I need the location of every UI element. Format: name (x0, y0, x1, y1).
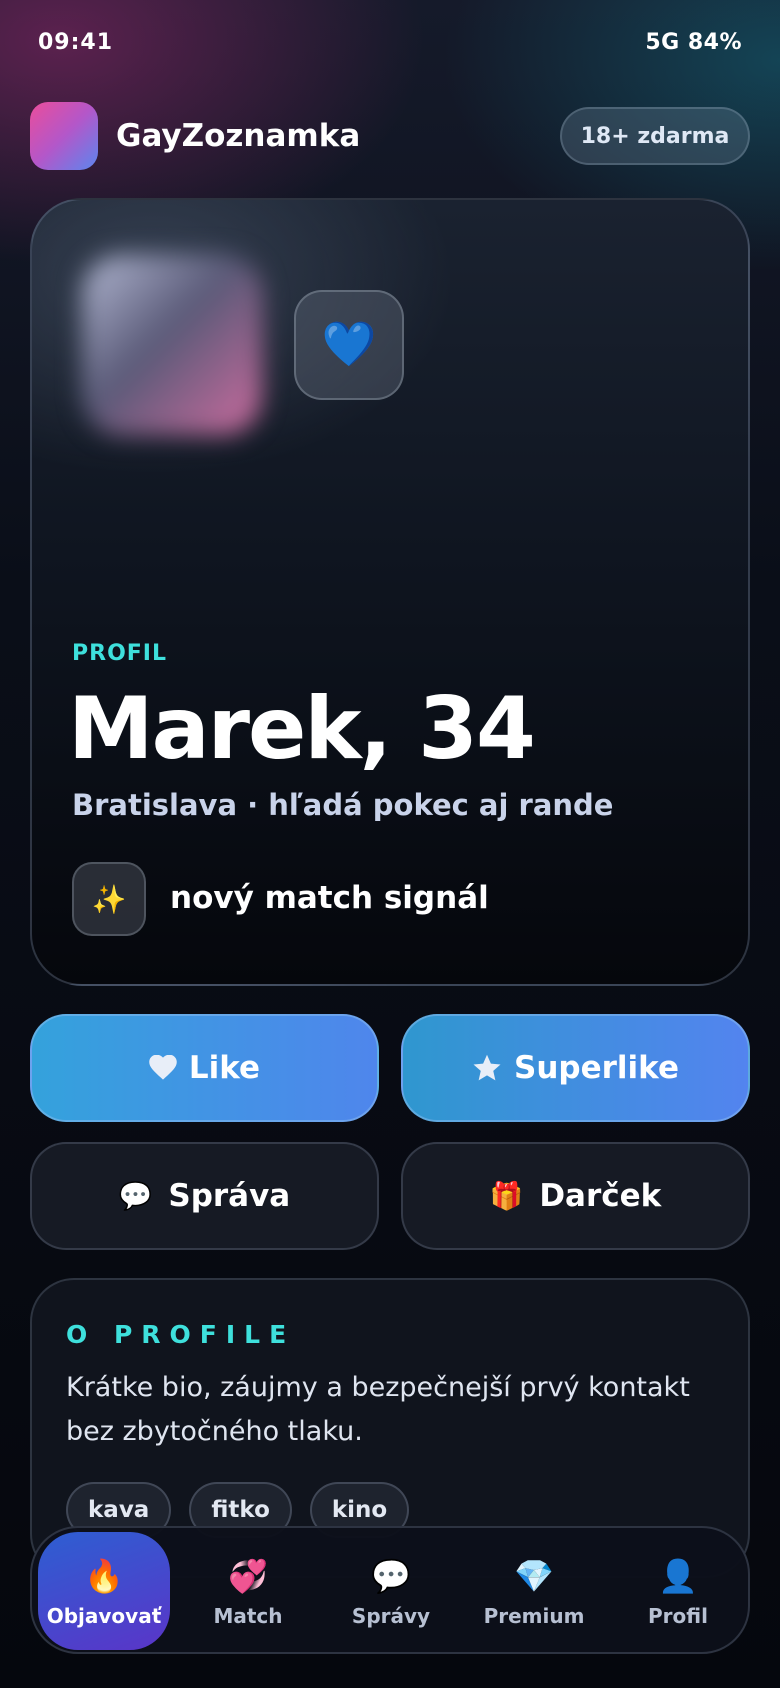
gift-button[interactable]: 🎁 Darček (401, 1142, 750, 1250)
two-hearts-icon: 💞 (228, 1557, 268, 1595)
app-screen: 09:41 5G 84% GayZoznamka 18+ zdarma 💙 PR… (0, 0, 780, 1688)
about-bio: Krátke bio, záujmy a bezpečnejší prvý ko… (66, 1372, 690, 1447)
app-name: GayZoznamka (116, 118, 361, 154)
like-button[interactable]: Like (30, 1014, 379, 1122)
heart-icon (149, 1055, 177, 1081)
status-time: 09:41 (38, 30, 114, 55)
profile-card[interactable]: 💙 PROFIL Marek, 34 Bratislava · hľadá po… (30, 198, 750, 986)
message-label: Správa (168, 1178, 291, 1214)
gift-label: Darček (539, 1178, 662, 1214)
gift-icon: 🎁 (489, 1181, 524, 1212)
nav-label: Objavovať (46, 1604, 162, 1628)
profile-section-label: PROFIL (72, 641, 167, 666)
nav-label: Match (213, 1604, 283, 1628)
sparkles-icon: ✨ (72, 862, 146, 936)
blue-heart-icon: 💙 (321, 319, 377, 370)
nav-item-match[interactable]: 💞 Match (182, 1532, 314, 1650)
nav-item-premium[interactable]: 💎 Premium (468, 1532, 600, 1650)
nav-label: Premium (483, 1604, 585, 1628)
nav-item-profile[interactable]: 👤 Profil (612, 1532, 744, 1650)
app-logo (30, 102, 98, 170)
profile-name-age: Marek, 34 (68, 679, 536, 779)
message-button[interactable]: 💬 Správa (30, 1142, 379, 1250)
about-title: O PROFILE (66, 1320, 296, 1349)
like-label: Like (188, 1050, 261, 1086)
nav-label: Správy (351, 1604, 431, 1628)
sparkles-glyph: ✨ (91, 882, 127, 916)
fire-icon: 🔥 (84, 1557, 124, 1595)
star-icon (472, 1054, 502, 1083)
match-signal-text: nový match signál (170, 880, 489, 916)
nav-item-messages[interactable]: 💬 Správy (325, 1532, 457, 1650)
speech-bubble-icon: 💬 (371, 1557, 411, 1595)
bottom-nav: 🔥 Objavovať 💞 Match 💬 Správy 💎 Premium 👤… (30, 1526, 750, 1654)
status-network-battery: 5G 84% (645, 30, 742, 55)
superlike-label: Superlike (514, 1050, 679, 1086)
profile-photo[interactable] (82, 255, 262, 435)
nav-item-discover[interactable]: 🔥 Objavovať (38, 1532, 170, 1650)
superlike-button[interactable]: Superlike (401, 1014, 750, 1122)
nav-label: Profil (648, 1604, 708, 1628)
speech-bubble-icon: 💬 (118, 1181, 153, 1212)
gem-icon: 💎 (514, 1557, 554, 1595)
heart-button[interactable]: 💙 (294, 290, 404, 400)
user-icon: 👤 (658, 1557, 698, 1595)
age-free-badge[interactable]: 18+ zdarma (560, 107, 750, 165)
profile-location-intent: Bratislava · hľadá pokec aj rande (72, 788, 614, 822)
